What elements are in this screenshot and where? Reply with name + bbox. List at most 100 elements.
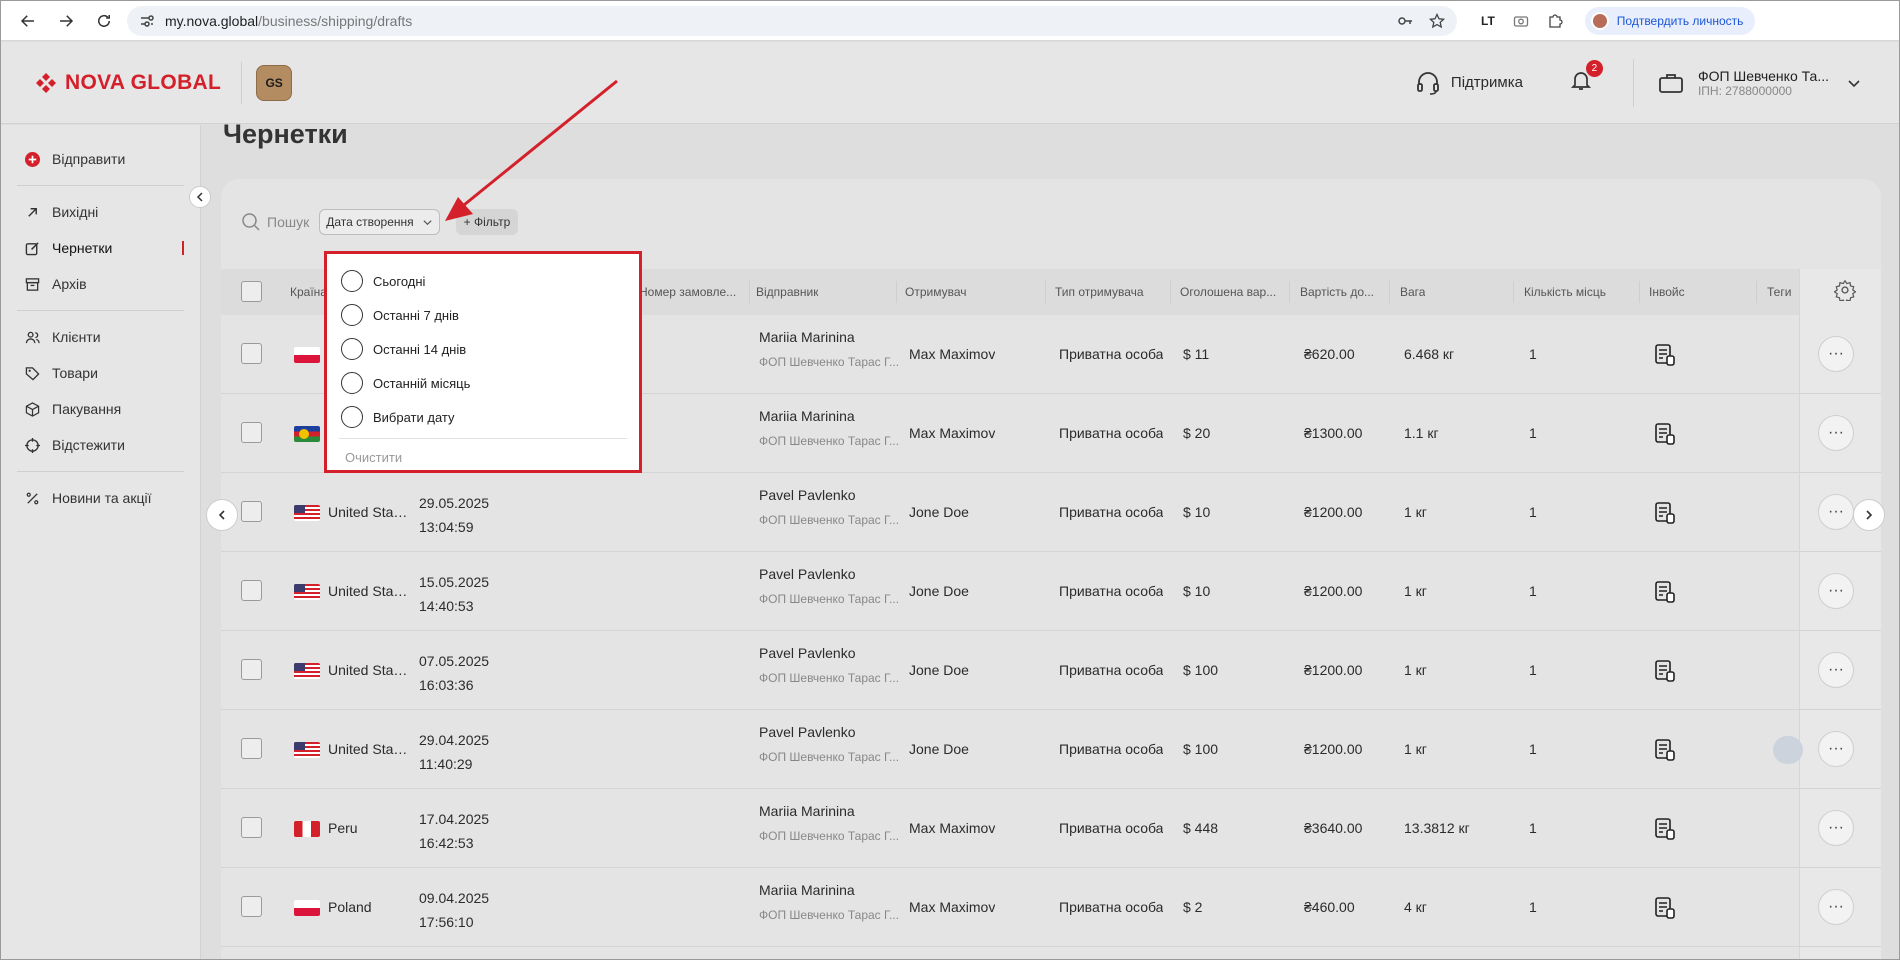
clear-button[interactable]: Очистити bbox=[339, 445, 627, 469]
invoice-icon[interactable] bbox=[1654, 501, 1676, 525]
extensions-puzzle-icon[interactable] bbox=[1547, 13, 1563, 29]
back-button[interactable] bbox=[13, 6, 43, 36]
table-row[interactable]: United Stat... 29.05.2025 13:04:59 Pavel … bbox=[221, 473, 1881, 552]
recipient-name: Max Maximov bbox=[909, 820, 996, 836]
row-actions-button[interactable]: ··· bbox=[1818, 810, 1854, 846]
row-actions-button[interactable]: ··· bbox=[1818, 731, 1854, 767]
row-checkbox[interactable] bbox=[241, 817, 262, 838]
nova-global-logo[interactable]: NOVA GLOBAL bbox=[35, 71, 221, 95]
date-option-pick-date[interactable]: Вибрати дату bbox=[339, 400, 627, 434]
account-switcher[interactable]: ФОП Шевченко Та... ІПН: 2788000000 bbox=[1658, 68, 1861, 98]
sender-name: Pavel Pavlenko bbox=[759, 724, 856, 740]
company-badge[interactable]: GS bbox=[256, 64, 293, 101]
invoice-icon[interactable] bbox=[1654, 343, 1676, 367]
search-placeholder: Пошук bbox=[267, 214, 310, 230]
column-header-tags[interactable]: Теги bbox=[1767, 285, 1797, 299]
delivery-cost: ₴1200.00 bbox=[1304, 583, 1363, 599]
forward-button[interactable] bbox=[51, 6, 81, 36]
invoice-icon[interactable] bbox=[1654, 896, 1676, 920]
radio-button[interactable] bbox=[341, 406, 363, 428]
country-name: Peru bbox=[328, 820, 358, 836]
camera-icon[interactable] bbox=[1513, 13, 1529, 29]
column-header-sender[interactable]: Відправник bbox=[756, 285, 818, 299]
invoice-icon[interactable] bbox=[1654, 738, 1676, 762]
delivery-cost: ₴460.00 bbox=[1304, 899, 1355, 915]
notifications-button[interactable]: 2 bbox=[1569, 60, 1603, 97]
sidebar-item-clients[interactable]: Клієнти bbox=[1, 319, 200, 355]
sidebar-item-news[interactable]: Новини та акції bbox=[1, 480, 200, 516]
extension-lt-icon[interactable]: LT bbox=[1481, 14, 1495, 28]
row-checkbox[interactable] bbox=[241, 422, 262, 443]
bookmark-star-icon[interactable] bbox=[1429, 12, 1445, 29]
table-row[interactable]: Peru 17.04.2025 16:42:53 Mariia Marinina … bbox=[221, 789, 1881, 868]
date-created-filter[interactable]: Дата створення bbox=[319, 209, 440, 235]
table-row[interactable]: United Stat... 29.04.2025 11:40:29 Pavel … bbox=[221, 710, 1881, 789]
weight: 13.3812 кг bbox=[1404, 820, 1470, 836]
table-row[interactable]: United Stat... 07.05.2025 16:03:36 Pavel … bbox=[221, 631, 1881, 710]
sidebar-collapse-button[interactable] bbox=[189, 186, 211, 208]
row-checkbox[interactable] bbox=[241, 501, 262, 522]
column-header-places[interactable]: Кількість місць bbox=[1524, 285, 1606, 299]
address-bar[interactable]: my.nova.global/business/shipping/drafts bbox=[127, 5, 1457, 36]
date-option-last-month[interactable]: Останній місяць bbox=[339, 366, 627, 400]
radio-button[interactable] bbox=[341, 372, 363, 394]
tag-icon bbox=[25, 366, 40, 380]
row-checkbox[interactable] bbox=[241, 580, 262, 601]
sidebar-item-goods[interactable]: Товари bbox=[1, 355, 200, 391]
tag-pill[interactable] bbox=[1773, 736, 1803, 764]
row-checkbox[interactable] bbox=[241, 659, 262, 680]
date-option-last-14-days[interactable]: Останні 14 днів bbox=[339, 332, 627, 366]
sidebar-item-archive[interactable]: Архів bbox=[1, 266, 200, 302]
row-actions-button[interactable]: ··· bbox=[1818, 573, 1854, 609]
date-option-last-7-days[interactable]: Останні 7 днів bbox=[339, 298, 627, 332]
support-button[interactable]: Підтримка bbox=[1415, 70, 1523, 96]
scroll-right-button[interactable] bbox=[1853, 499, 1885, 531]
column-header-recipient-type[interactable]: Тип отримувача bbox=[1055, 285, 1144, 299]
column-header-delivery-cost[interactable]: Вартість до... bbox=[1300, 285, 1385, 299]
row-actions-button[interactable]: ··· bbox=[1818, 889, 1854, 925]
support-label: Підтримка bbox=[1450, 74, 1523, 91]
invoice-icon[interactable] bbox=[1654, 422, 1676, 446]
radio-button[interactable] bbox=[341, 270, 363, 292]
sidebar-item-track[interactable]: Відстежити bbox=[1, 427, 200, 463]
table-row[interactable]: United Stat... 15.05.2025 14:40:53 Pavel … bbox=[221, 552, 1881, 631]
column-header-order-number[interactable]: Номер замовле... bbox=[639, 285, 739, 299]
sidebar-item-drafts[interactable]: Чернетки bbox=[1, 230, 200, 266]
sidebar-item-send[interactable]: Відправити bbox=[1, 141, 200, 177]
invoice-icon[interactable] bbox=[1654, 817, 1676, 841]
row-checkbox[interactable] bbox=[241, 896, 262, 917]
password-key-icon[interactable] bbox=[1397, 13, 1413, 29]
row-checkbox[interactable] bbox=[241, 343, 262, 364]
radio-button[interactable] bbox=[341, 304, 363, 326]
invoice-icon[interactable] bbox=[1654, 659, 1676, 683]
reload-button[interactable] bbox=[89, 6, 119, 36]
sender-name: Pavel Pavlenko bbox=[759, 566, 856, 582]
country-name: United Stat... bbox=[328, 504, 408, 520]
table-row[interactable]: Poland 09.04.2025 17:56:10 Mariia Marinin… bbox=[221, 868, 1881, 947]
column-header-invoice[interactable]: Інвойс bbox=[1649, 285, 1685, 299]
column-header-weight[interactable]: Вага bbox=[1400, 285, 1425, 299]
row-actions-button[interactable]: ··· bbox=[1818, 415, 1854, 451]
column-header-recipient[interactable]: Отримувач bbox=[905, 285, 967, 299]
sidebar-item-packaging[interactable]: Пакування bbox=[1, 391, 200, 427]
invoice-icon[interactable] bbox=[1654, 580, 1676, 604]
search-input[interactable]: Пошук bbox=[241, 212, 309, 232]
profile-button[interactable]: Подтвердить личность bbox=[1584, 6, 1756, 35]
created-datetime: 07.05.2025 16:03:36 bbox=[419, 649, 489, 697]
row-actions-button[interactable]: ··· bbox=[1818, 652, 1854, 688]
row-actions-button[interactable]: ··· bbox=[1818, 336, 1854, 372]
sidebar-item-outgoing[interactable]: Вихідні bbox=[1, 194, 200, 230]
row-actions-button[interactable]: ··· bbox=[1818, 494, 1854, 530]
scroll-left-button[interactable] bbox=[206, 499, 238, 531]
row-checkbox[interactable] bbox=[241, 738, 262, 759]
column-header-declared-value[interactable]: Оголошена вар... bbox=[1180, 285, 1280, 299]
site-settings-icon[interactable] bbox=[139, 13, 155, 29]
created-datetime: 29.04.2025 11:40:29 bbox=[419, 728, 489, 776]
radio-button[interactable] bbox=[341, 338, 363, 360]
created-date: 07.05.2025 bbox=[419, 653, 490, 669]
gear-icon[interactable] bbox=[1834, 279, 1856, 301]
date-option-today[interactable]: Сьогодні bbox=[339, 264, 627, 298]
column-divider bbox=[749, 281, 750, 303]
weight: 1 кг bbox=[1404, 741, 1427, 757]
select-all-checkbox[interactable] bbox=[241, 281, 262, 302]
